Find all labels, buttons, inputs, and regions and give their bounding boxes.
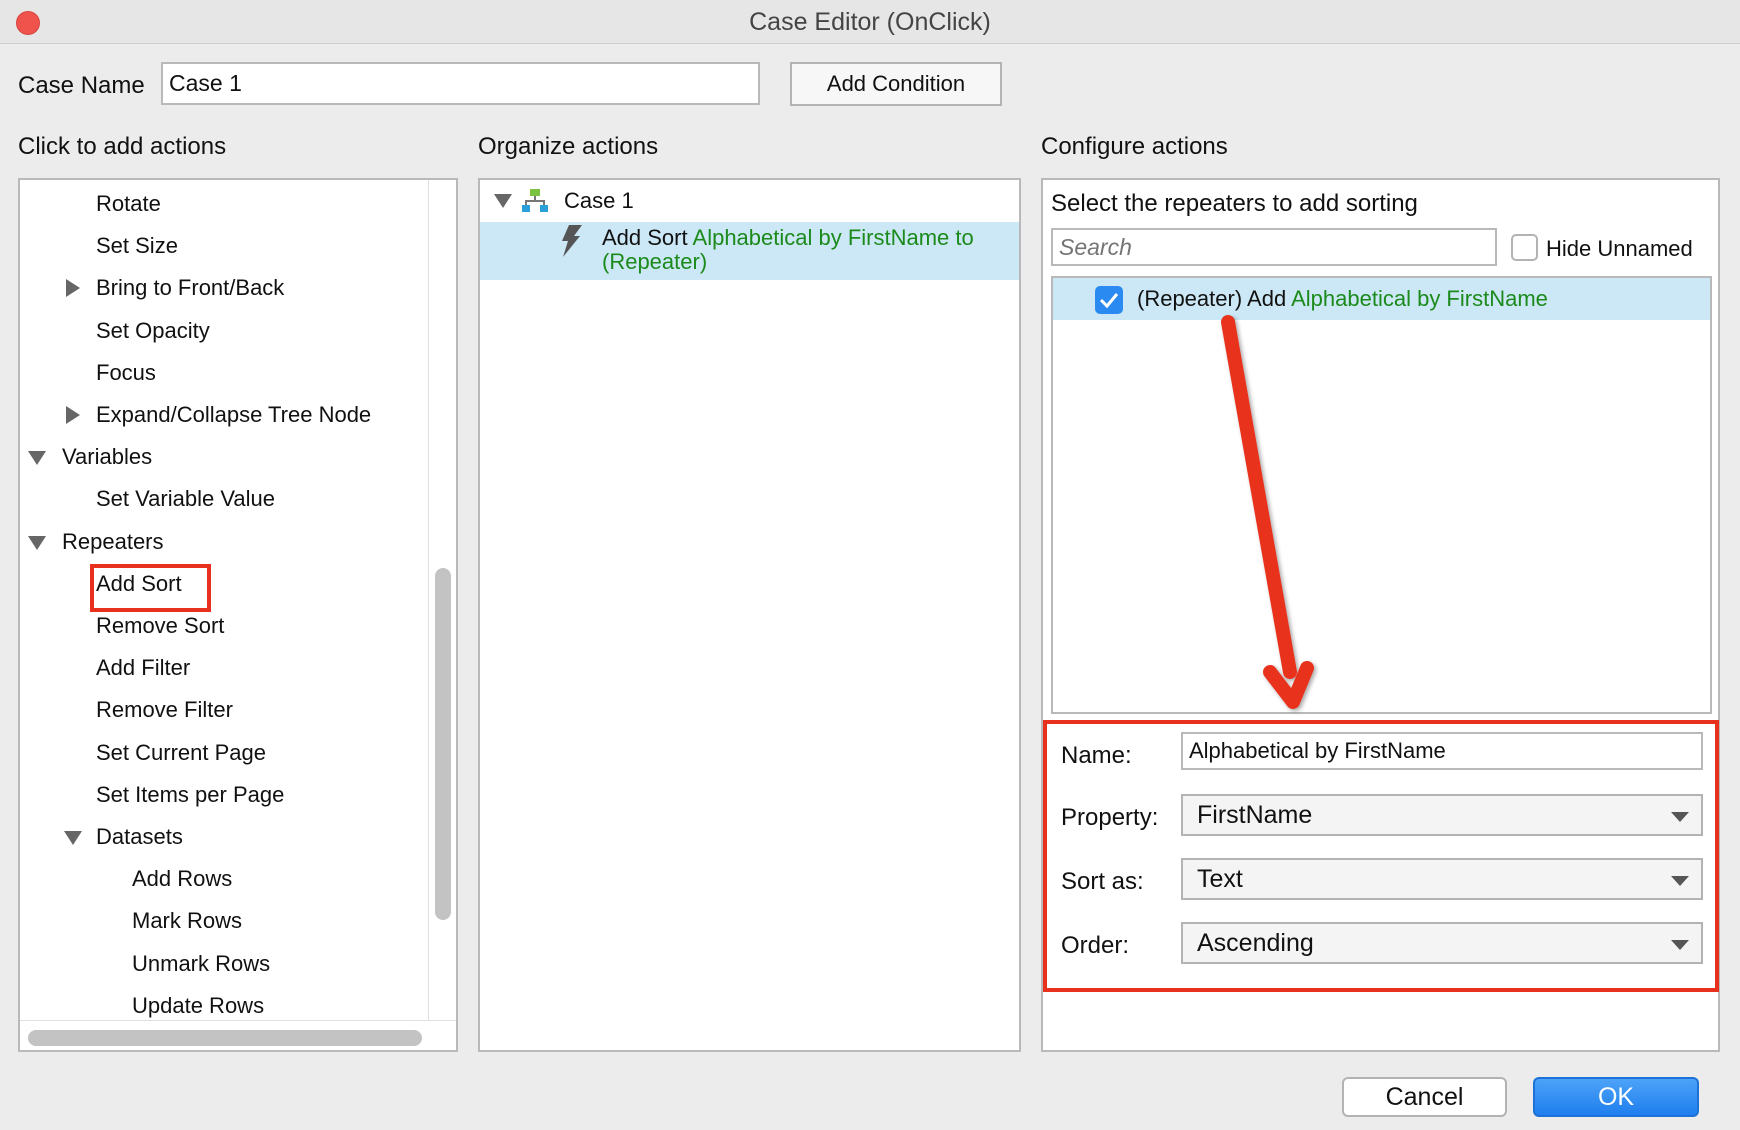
cancel-button[interactable]: Cancel [1342, 1077, 1507, 1117]
ok-button[interactable]: OK [1533, 1077, 1699, 1117]
annotation-arrow [1221, 315, 1314, 709]
